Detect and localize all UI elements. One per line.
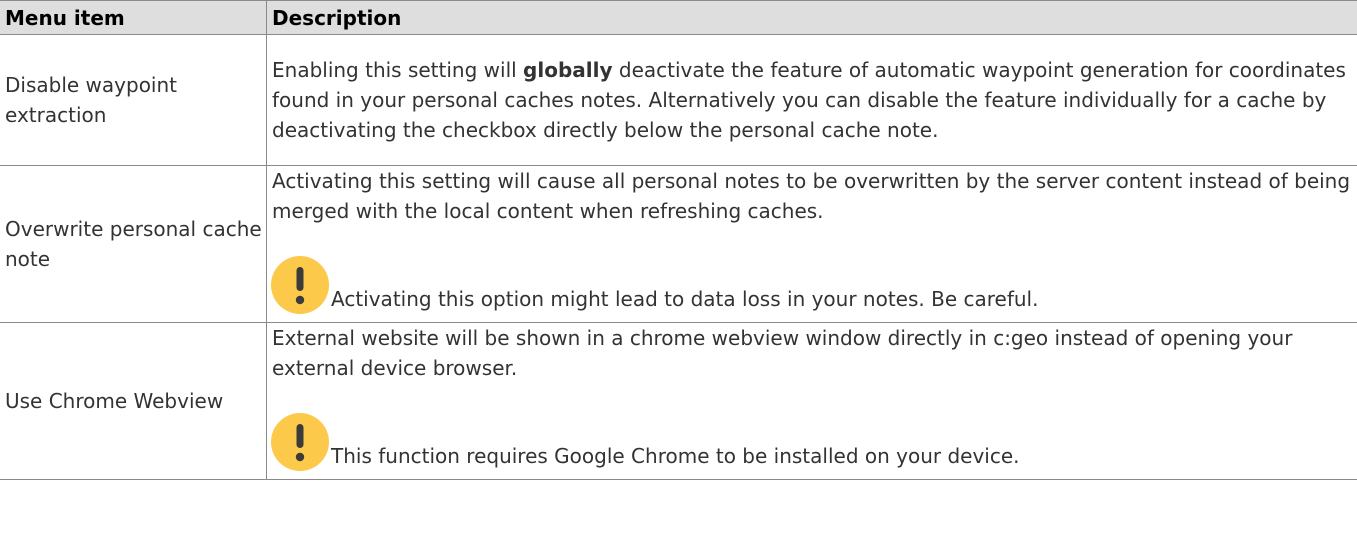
warning-note: Activating this option might lead to dat… bbox=[271, 254, 1357, 322]
warning-note: This function requires Google Chrome to … bbox=[271, 411, 1357, 479]
description-cell: External website will be shown in a chro… bbox=[266, 322, 1357, 480]
menu-item-cell: Use Chrome Webview bbox=[0, 322, 267, 480]
exclamation-warning-icon bbox=[271, 256, 329, 314]
menu-item-label: Overwrite personal cache note bbox=[5, 217, 262, 271]
settings-table: Menu item Description Disable waypoint e… bbox=[0, 0, 1357, 480]
menu-item-cell: Disable waypoint extraction bbox=[0, 34, 267, 166]
menu-item-label: Disable waypoint extraction bbox=[5, 73, 178, 127]
table-row: Use Chrome Webview External website will… bbox=[0, 322, 1357, 480]
warning-text: Activating this option might lead to dat… bbox=[331, 287, 1039, 311]
exclamation-warning-icon bbox=[271, 413, 329, 471]
menu-item-label: Use Chrome Webview bbox=[5, 389, 224, 413]
table-row: Disable waypoint extraction Enabling thi… bbox=[0, 34, 1357, 166]
table-row: Overwrite personal cache note Activating… bbox=[0, 165, 1357, 323]
column-header-description: Description bbox=[266, 0, 1357, 35]
column-header-menu-item: Menu item bbox=[0, 0, 267, 35]
description-cell: Enabling this setting will globally deac… bbox=[266, 34, 1357, 166]
description-cell: Activating this setting will cause all p… bbox=[266, 165, 1357, 323]
warning-text: This function requires Google Chrome to … bbox=[331, 444, 1020, 468]
description-text: External website will be shown in a chro… bbox=[272, 326, 1293, 380]
description-text: Activating this setting will cause all p… bbox=[272, 169, 1351, 223]
menu-item-cell: Overwrite personal cache note bbox=[0, 165, 267, 323]
description-text: Enabling this setting will globally deac… bbox=[272, 55, 1357, 145]
description-prefix: Enabling this setting will bbox=[272, 58, 524, 82]
table-header-row: Menu item Description bbox=[0, 0, 1357, 35]
description-emphasis: globally bbox=[523, 58, 613, 82]
